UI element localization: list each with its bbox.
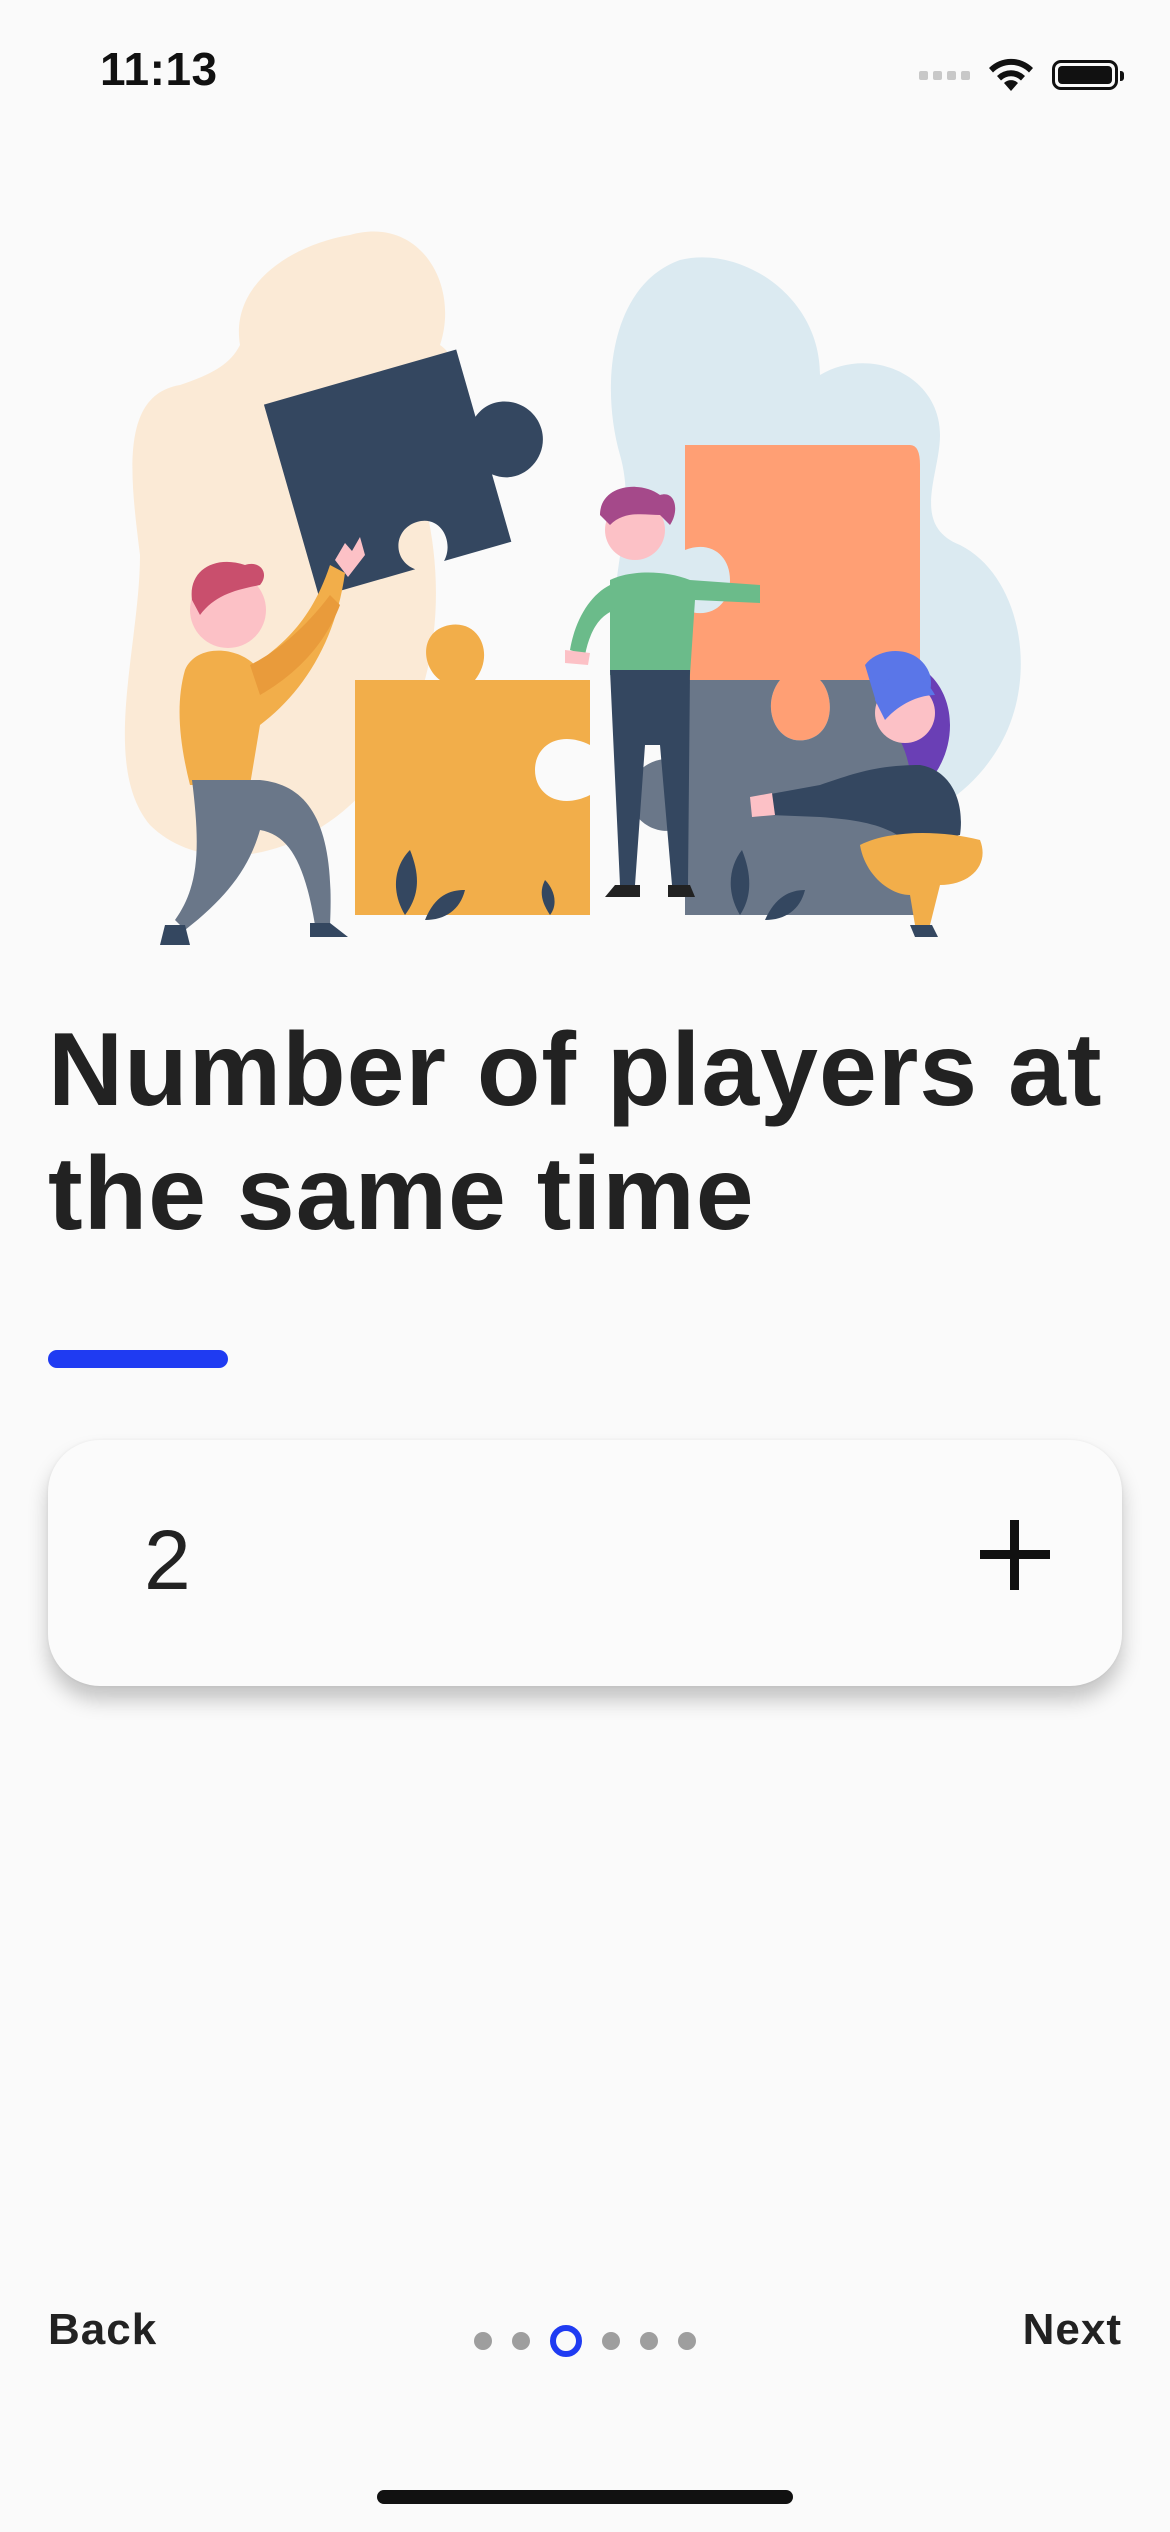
cellular-signal-icon [919,70,970,80]
player-count-stepper: 2 [48,1440,1122,1686]
wifi-icon [989,58,1033,91]
people-assembling-puzzle-illustration [124,231,1021,945]
player-count-value: 2 [144,1513,191,1607]
status-time: 11:13 [100,43,218,95]
home-indicator [377,2490,793,2504]
page-dot [640,2332,658,2350]
next-button[interactable]: Next [1023,2305,1122,2355]
plus-icon [980,1520,1050,1590]
page-indicator [0,2325,1170,2357]
page-dot [512,2332,530,2350]
page-dot [602,2332,620,2350]
status-icons [919,50,1124,100]
page-dot [474,2332,492,2350]
onboarding-screen: 11:13 Number of players at the same time… [0,0,1170,2532]
increment-button[interactable] [960,1500,1070,1610]
page-title: Number of players at the same time [48,1012,1103,1252]
battery-icon [1052,60,1124,90]
page-dot-active [550,2325,582,2357]
page-dot [678,2332,696,2350]
title-accent-bar [48,1350,228,1368]
